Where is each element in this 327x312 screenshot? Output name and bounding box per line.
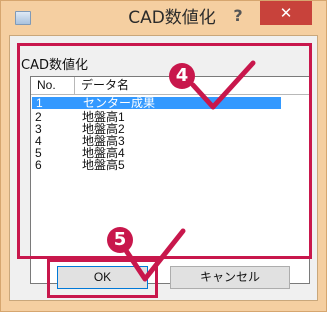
dialog-window: CAD数値化 ? ✕ CAD数値化 No. データ名 1 センター成果 2 地盤… (0, 0, 327, 312)
window-title: CAD数値化 (128, 8, 216, 28)
app-icon (15, 11, 31, 25)
title-bar[interactable]: CAD数値化 ? ✕ (1, 1, 326, 35)
checkmark-icon (122, 228, 186, 282)
close-button[interactable]: ✕ (260, 1, 312, 25)
checkmark-icon (190, 60, 256, 110)
close-icon: ✕ (279, 4, 293, 22)
help-button[interactable]: ? (227, 7, 249, 25)
